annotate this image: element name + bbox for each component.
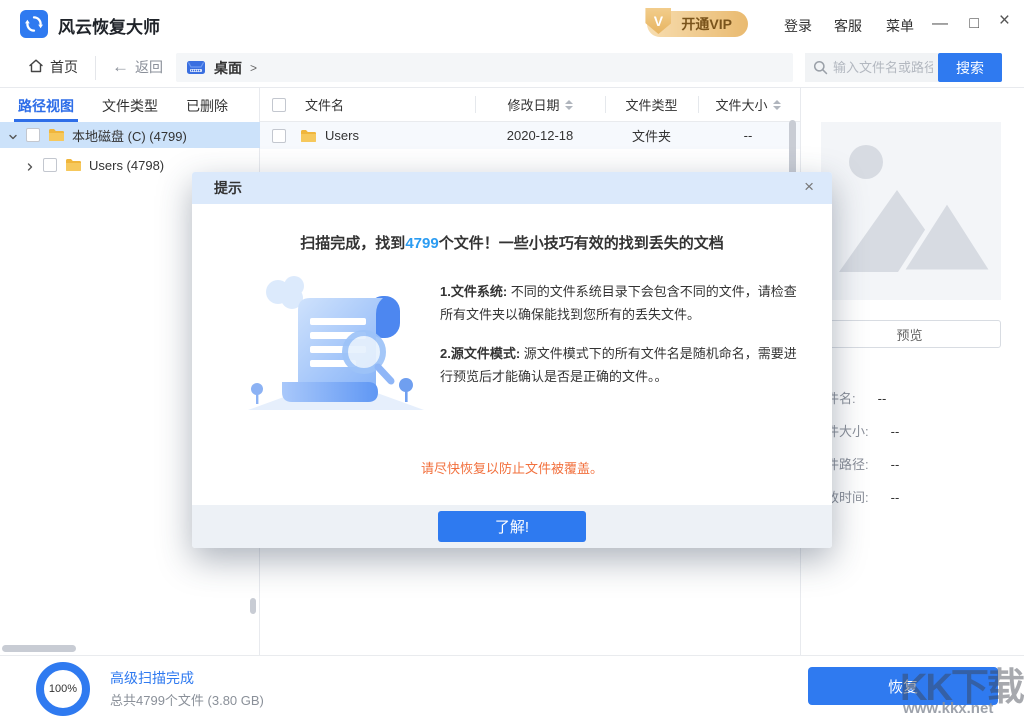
folder-icon [300, 129, 317, 143]
customer-service-link[interactable]: 客服 [834, 16, 862, 36]
tree-checkbox-local-disk[interactable] [26, 128, 40, 142]
preview-panel: 预览 文件名:-- 文件大小:-- 文件路径:-- 修改时间:-- [800, 88, 1024, 655]
login-link[interactable]: 登录 [784, 16, 812, 36]
sort-date-icon[interactable] [565, 100, 573, 110]
search-box [805, 53, 938, 82]
row-file-date: 2020-12-18 [475, 128, 605, 143]
home-label: 首页 [50, 57, 78, 77]
scan-status-detail: 总共4799个文件 (3.80 GB) [110, 690, 264, 709]
column-header-date[interactable]: 修改日期 [507, 95, 559, 114]
ok-button[interactable]: 了解! [438, 511, 586, 542]
preview-button[interactable]: 预览 [818, 320, 1001, 348]
home-icon [28, 58, 44, 77]
recover-warning: 请尽快恢复以防止文件被覆盖。 [192, 458, 832, 477]
scan-progress-ring: 100% [36, 662, 90, 716]
folder-icon [48, 128, 65, 142]
open-vip-button[interactable]: V 开通VIP [647, 11, 748, 37]
chevron-right-icon[interactable] [25, 160, 35, 170]
dialog-footer: 了解! [192, 505, 832, 548]
tree-item-label: Users (4798) [89, 158, 164, 173]
select-all-checkbox[interactable] [272, 98, 286, 112]
sidebar-vertical-scrollbar[interactable] [250, 598, 256, 614]
column-header-type[interactable]: 文件类型 [625, 95, 677, 114]
tree-item-label: 本地磁盘 (C) (4799) [72, 126, 187, 145]
titlebar: 风云恢复大师 V 开通VIP 登录 客服 菜单 — □ × [0, 0, 1024, 48]
file-count: 4799 [405, 235, 438, 252]
breadcrumb-separator: > [250, 61, 257, 75]
dialog-title: 提示 [214, 178, 242, 198]
table-row[interactable]: Users 2020-12-18 文件夹 -- [260, 122, 800, 149]
back-arrow-icon: ← [112, 57, 129, 77]
row-checkbox[interactable] [272, 129, 286, 143]
row-file-name: Users [325, 128, 359, 143]
menu-link[interactable]: 菜单 [886, 16, 914, 36]
search-button[interactable]: 搜索 [938, 53, 1002, 82]
tree-checkbox-users[interactable] [43, 158, 57, 172]
table-header: 文件名 修改日期 文件类型 文件大小 [260, 88, 800, 122]
app-logo-icon [20, 10, 48, 38]
recover-button[interactable]: 恢复 [808, 667, 998, 705]
row-file-size: -- [698, 128, 798, 143]
app-title: 风云恢复大师 [58, 13, 160, 38]
dialog-header: 提示 × [192, 172, 832, 204]
folder-icon [65, 158, 82, 172]
vip-badge-icon: V [645, 8, 671, 34]
tip1-label: 1.文件系统: [440, 284, 507, 299]
image-placeholder [821, 122, 1001, 300]
scan-status-title: 高级扫描完成 [110, 668, 194, 688]
scan-result-title: 扫描完成，找到4799个文件！一些小技巧有效的找到丢失的文档 [192, 232, 832, 253]
home-button[interactable]: 首页 [28, 57, 78, 77]
tab-path-view[interactable]: 路径视图 [8, 88, 84, 122]
column-header-name[interactable]: 文件名 [305, 95, 344, 114]
scan-complete-dialog: 提示 × 扫描完成，找到4799个文件！一些小技巧有效的找到丢失的文档 [192, 172, 832, 548]
disk-icon [186, 59, 206, 76]
dialog-close-icon[interactable]: × [804, 177, 814, 197]
document-search-illustration-icon [240, 270, 430, 427]
breadcrumb-item-desktop[interactable]: 桌面 [214, 58, 242, 78]
tab-file-type[interactable]: 文件类型 [92, 88, 168, 122]
back-label: 返回 [135, 57, 163, 77]
sidebar-tabs: 路径视图 文件类型 已删除 [0, 88, 260, 122]
dialog-tips: 1.文件系统: 不同的文件系统目录下会包含不同的文件，请检查所有文件夹以确保能找… [440, 280, 808, 388]
vip-label: 开通VIP [681, 14, 732, 34]
search-icon [813, 60, 828, 75]
search-input[interactable] [833, 60, 933, 75]
toolbar: 首页 ← 返回 桌面 > 搜索 [0, 48, 1024, 88]
scan-progress-value: 100% [49, 683, 77, 695]
statusbar: 100% 高级扫描完成 总共4799个文件 (3.80 GB) 恢复 KK下载 … [0, 655, 1024, 720]
chevron-down-icon[interactable] [8, 130, 18, 140]
column-header-size[interactable]: 文件大小 [715, 95, 767, 114]
sort-size-icon[interactable] [773, 100, 781, 110]
toolbar-divider [95, 56, 96, 80]
row-file-type: 文件夹 [605, 126, 698, 145]
sidebar-horizontal-scrollbar[interactable] [2, 645, 76, 652]
tip2-label: 2.源文件模式: [440, 346, 520, 361]
tab-deleted[interactable]: 已删除 [176, 88, 238, 122]
close-icon[interactable]: × [999, 11, 1010, 31]
maximize-icon[interactable]: □ [969, 14, 979, 34]
minimize-icon[interactable]: — [932, 14, 948, 34]
back-button[interactable]: ← 返回 [112, 57, 163, 77]
breadcrumb: 桌面 > [176, 53, 793, 82]
tree-item-local-disk-c[interactable]: 本地磁盘 (C) (4799) [0, 122, 260, 148]
